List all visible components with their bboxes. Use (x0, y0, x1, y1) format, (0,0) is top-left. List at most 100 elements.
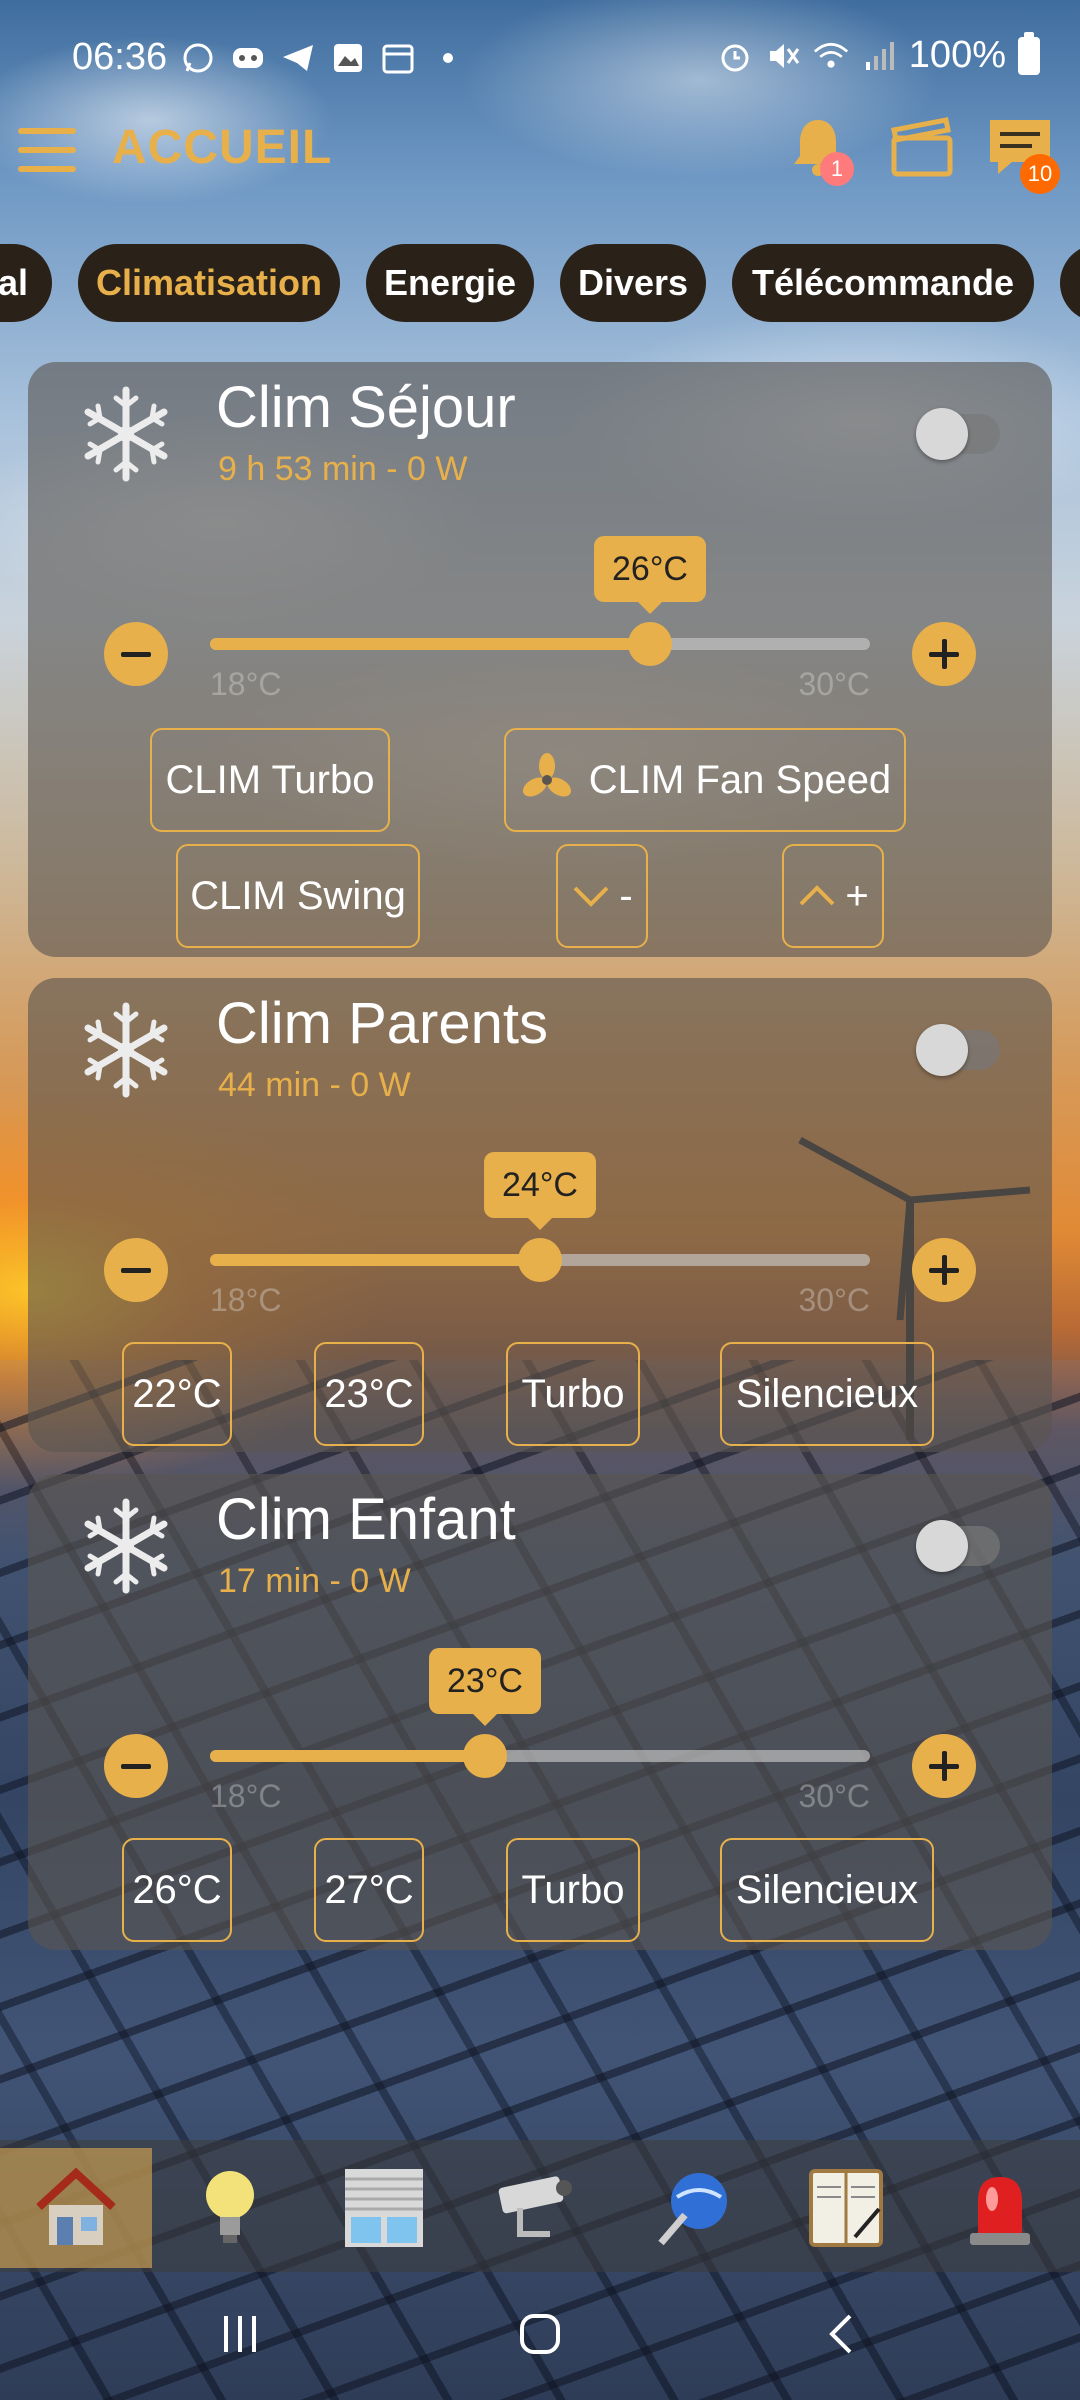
fan-speed-down-button[interactable]: - (556, 844, 648, 948)
turbo-button[interactable]: Turbo (506, 1342, 640, 1446)
card-title: Clim Parents (216, 991, 548, 1056)
battery-percentage: 100% (908, 34, 1006, 76)
card-title: Clim Enfant (216, 1487, 516, 1552)
nav-shutters[interactable] (308, 2148, 460, 2268)
nav-cameras[interactable] (462, 2148, 614, 2268)
snowflake-icon (84, 386, 168, 482)
setpoint-tooltip: 24°C (484, 1152, 596, 1230)
nav-journal[interactable] (770, 2148, 922, 2268)
decrease-temp-button[interactable] (104, 1238, 168, 1302)
slider-thumb[interactable] (463, 1734, 507, 1778)
home-icon (520, 2314, 560, 2354)
snowflake-icon (84, 1498, 168, 1594)
menu-icon[interactable] (18, 128, 76, 172)
scenes-button[interactable] (886, 112, 958, 184)
minus-icon (121, 651, 151, 657)
clim-fan-speed-button[interactable]: CLIM Fan Speed (504, 728, 906, 832)
slider-thumb[interactable] (628, 622, 672, 666)
silent-button[interactable]: Silencieux (720, 1838, 934, 1942)
preset-23-button[interactable]: 23°C (314, 1342, 424, 1446)
temperature-slider[interactable]: 23°C 18°C 30°C (210, 1648, 870, 1814)
slider-min-label: 18°C (210, 1282, 282, 1318)
mute-icon (765, 38, 801, 74)
tab-next[interactable] (1060, 244, 1080, 322)
messages-button[interactable]: 10 (984, 112, 1060, 194)
nav-home[interactable] (0, 2148, 152, 2268)
card-title: Clim Séjour (216, 375, 516, 440)
tab-telecommande[interactable]: Télécommande (732, 244, 1034, 322)
lightbulb-icon (206, 2171, 254, 2243)
bottom-navigation (0, 2140, 1080, 2272)
slider-min-label: 18°C (210, 1778, 282, 1814)
recent-apps-icon (224, 2316, 256, 2352)
category-tabs: ral Climatisation Energie Divers Télécom… (0, 244, 1080, 324)
tab-general[interactable]: ral (0, 244, 52, 322)
snowflake-icon (84, 1002, 168, 1098)
home-button[interactable] (518, 2312, 562, 2361)
battery-icon (1018, 31, 1040, 75)
slider-thumb[interactable] (518, 1238, 562, 1282)
minus-icon (121, 1763, 151, 1769)
decrease-temp-button[interactable] (104, 1734, 168, 1798)
card-status: 9 h 53 min - 0 W (218, 450, 468, 488)
temperature-slider[interactable]: 24°C 18°C 30°C (210, 1152, 870, 1318)
status-bar: 06:36 100% (0, 0, 1080, 120)
network-icon (658, 2173, 727, 2246)
discord-icon (230, 40, 266, 76)
system-navigation-bar (0, 2272, 1080, 2400)
nav-lights[interactable] (154, 2148, 306, 2268)
clapperboard-icon (891, 117, 953, 177)
power-switch[interactable] (916, 408, 1000, 460)
increase-temp-button[interactable] (912, 622, 976, 686)
decrease-temp-button[interactable] (104, 622, 168, 686)
house-icon (36, 2167, 116, 2245)
clim-turbo-button[interactable]: CLIM Turbo (150, 728, 390, 832)
fan-speed-up-button[interactable]: + (782, 844, 884, 948)
setpoint-tooltip: 26°C (594, 536, 706, 614)
turbo-button[interactable]: Turbo (506, 1838, 640, 1942)
notifications-button[interactable]: 1 (782, 112, 854, 186)
slider-fill (210, 638, 650, 650)
whatsapp-icon (180, 40, 216, 76)
alarm-light-icon (970, 2177, 1030, 2245)
power-switch[interactable] (916, 1024, 1000, 1076)
temperature-slider[interactable]: 26°C 18°C 30°C (210, 536, 870, 702)
gallery-icon (330, 40, 366, 76)
tab-climatisation[interactable]: Climatisation (78, 244, 340, 322)
shutter-icon (345, 2169, 423, 2247)
slider-max-label: 30°C (798, 666, 871, 702)
increase-temp-button[interactable] (912, 1238, 976, 1302)
minus-icon (121, 1267, 151, 1273)
messages-badge: 10 (1020, 154, 1060, 194)
clim-swing-button[interactable]: CLIM Swing (176, 844, 420, 948)
increase-temp-button[interactable] (912, 1734, 976, 1798)
slider-min-label: 18°C (210, 666, 282, 702)
climate-card-sejour: Clim Séjour 9 h 53 min - 0 W 26°C 18°C 3… (28, 362, 1052, 957)
silent-button[interactable]: Silencieux (720, 1342, 934, 1446)
notebook-icon (809, 2169, 883, 2247)
climate-card-parents: Clim Parents 44 min - 0 W 24°C 18°C 30°C… (28, 978, 1052, 1452)
climate-card-enfant: Clim Enfant 17 min - 0 W 23°C 18°C 30°C … (28, 1474, 1052, 1950)
status-time: 06:36 (72, 36, 168, 78)
alarm-icon (717, 38, 753, 74)
preset-26-button[interactable]: 26°C (122, 1838, 232, 1942)
tab-divers[interactable]: Divers (560, 244, 706, 322)
nav-network[interactable] (616, 2148, 768, 2268)
recent-apps-button[interactable] (218, 2312, 262, 2361)
back-icon (829, 2314, 852, 2354)
tab-energie[interactable]: Energie (366, 244, 534, 322)
preset-27-button[interactable]: 27°C (314, 1838, 424, 1942)
signal-icon (861, 38, 897, 74)
calendar-icon (380, 40, 416, 76)
slider-fill (210, 1254, 540, 1266)
power-switch[interactable] (916, 1520, 1000, 1572)
nav-alarm[interactable] (924, 2148, 1076, 2268)
preset-22-button[interactable]: 22°C (122, 1342, 232, 1446)
slider-fill (210, 1750, 485, 1762)
dot-icon (430, 40, 466, 76)
setpoint-tooltip: 23°C (429, 1648, 541, 1726)
notification-icons (180, 40, 466, 76)
telegram-icon (280, 40, 316, 76)
back-button[interactable] (826, 2312, 856, 2361)
chevron-down-icon (573, 886, 609, 907)
